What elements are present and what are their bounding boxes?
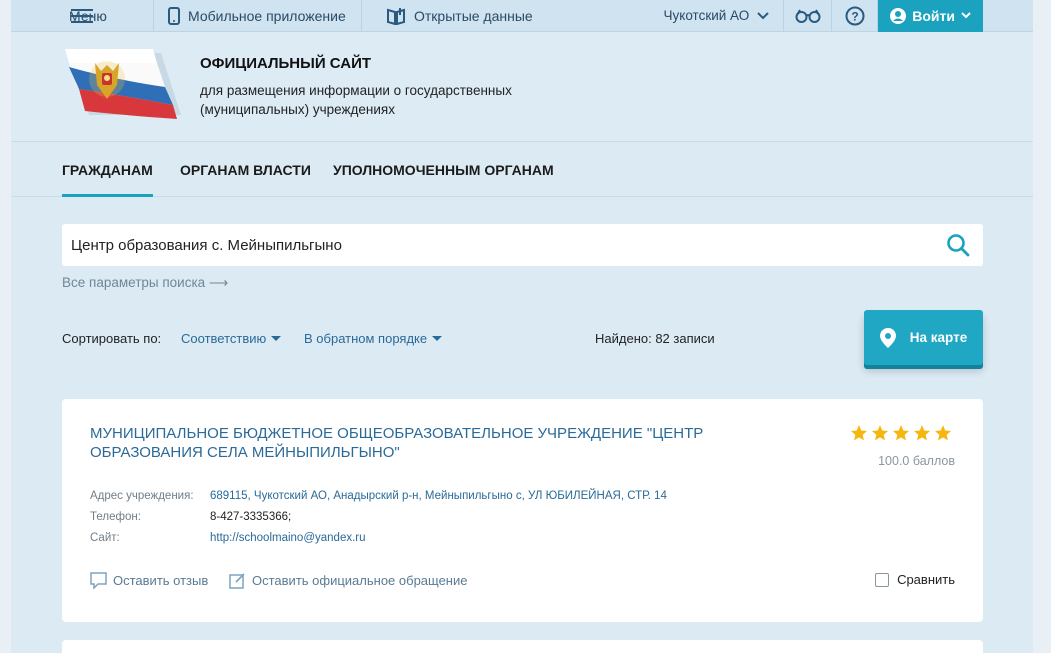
region-label: Чукотский АО <box>663 8 750 23</box>
address-label: Адрес учреждения: <box>90 490 194 502</box>
map-button[interactable]: На карте <box>864 310 983 365</box>
leave-appeal-label: Оставить официальное обращение <box>252 573 468 588</box>
menu-button[interactable]: Меню <box>11 0 154 32</box>
chevron-down-icon <box>961 12 971 19</box>
site-subtitle: для размещения информации о государствен… <box>200 83 512 117</box>
search-icon <box>947 234 970 257</box>
star-icon <box>892 425 910 441</box>
result-card-next <box>62 640 983 653</box>
site-logo[interactable] <box>61 49 186 125</box>
svg-text:?: ? <box>851 9 858 23</box>
sort-relevance-label: Соответствию <box>181 331 267 346</box>
map-pin-icon <box>879 327 896 348</box>
star-icon <box>913 425 931 441</box>
top-bar: Меню Мобильное приложение Открытые данны… <box>11 0 1033 32</box>
results-count: Найдено: 82 записи <box>595 331 715 346</box>
map-button-label: На карте <box>909 330 968 345</box>
site-header: ОФИЦИАЛЬНЫЙ САЙТ для размещения информац… <box>11 33 1033 142</box>
star-icon <box>850 425 868 441</box>
tab-authorities[interactable]: ОРГАНАМ ВЛАСТИ <box>180 162 311 197</box>
help-icon: ? <box>845 6 865 25</box>
open-data-link[interactable]: Открытые данные <box>362 0 547 32</box>
all-search-params-link[interactable]: Все параметры поиска ⟶ <box>62 275 228 291</box>
rating-score: 100.0 баллов <box>878 454 955 468</box>
leave-review-link[interactable]: Оставить отзыв <box>90 572 208 589</box>
sort-order-dropdown[interactable]: В обратном порядке <box>304 331 443 346</box>
accessibility-button[interactable] <box>784 0 833 32</box>
phone-value: 8-427-3335366; <box>210 511 292 523</box>
login-button[interactable]: Войти <box>878 0 983 32</box>
sort-relevance-dropdown[interactable]: Соответствию <box>181 331 282 346</box>
result-card: МУНИЦИПАЛЬНОЕ БЮДЖЕТНОЕ ОБЩЕОБРАЗОВАТЕЛЬ… <box>62 399 983 622</box>
site-label: Сайт: <box>90 532 120 544</box>
caret-down-icon <box>271 336 282 341</box>
leave-appeal-link[interactable]: Оставить официальное обращение <box>229 572 467 589</box>
user-icon <box>890 7 907 24</box>
phone-label: Телефон: <box>90 511 141 523</box>
region-selector[interactable]: Чукотский АО <box>650 0 785 32</box>
search-input[interactable] <box>62 225 933 265</box>
star-icon <box>871 425 889 441</box>
sort-order-label: В обратном порядке <box>304 331 428 346</box>
tab-citizens[interactable]: ГРАЖДАНАМ <box>62 162 153 197</box>
result-title-link[interactable]: МУНИЦИПАЛЬНОЕ БЮДЖЕТНОЕ ОБЩЕОБРАЗОВАТЕЛЬ… <box>90 424 810 462</box>
search-box <box>62 224 983 266</box>
login-label: Войти <box>912 7 955 24</box>
compare-label: Сравнить <box>897 572 955 587</box>
checkbox-icon[interactable] <box>875 572 890 587</box>
address-value[interactable]: 689115, Чукотский АО, Анадырский р-н, Ме… <box>210 490 667 502</box>
open-data-icon <box>387 7 405 25</box>
help-button[interactable]: ? <box>832 0 879 32</box>
compare-checkbox[interactable]: Сравнить <box>875 572 955 587</box>
menu-icon <box>71 8 93 23</box>
caret-down-icon <box>432 336 443 341</box>
open-data-label: Открытые данные <box>414 7 533 24</box>
site-value[interactable]: http://schoolmaino@yandex.ru <box>210 532 366 544</box>
search-button[interactable] <box>933 224 983 266</box>
main-nav: ГРАЖДАНАМ ОРГАНАМ ВЛАСТИ УПОЛНОМОЧЕННЫМ … <box>11 143 1033 197</box>
sort-label: Сортировать по: <box>62 331 162 346</box>
star-icon <box>934 425 952 441</box>
rating-stars <box>850 424 952 442</box>
edit-icon <box>229 573 245 589</box>
tab-authorized-bodies[interactable]: УПОЛНОМОЧЕННЫМ ОРГАНАМ <box>333 162 554 197</box>
leave-review-label: Оставить отзыв <box>113 573 209 588</box>
glasses-icon <box>795 8 821 23</box>
page: Меню Мобильное приложение Открытые данны… <box>11 0 1033 653</box>
chevron-down-icon <box>757 11 769 19</box>
site-title: ОФИЦИАЛЬНЫЙ САЙТ <box>200 55 372 72</box>
comment-icon <box>90 572 107 589</box>
phone-icon <box>168 6 180 25</box>
mobile-app-label: Мобильное приложение <box>188 7 346 24</box>
mobile-app-link[interactable]: Мобильное приложение <box>154 0 362 32</box>
